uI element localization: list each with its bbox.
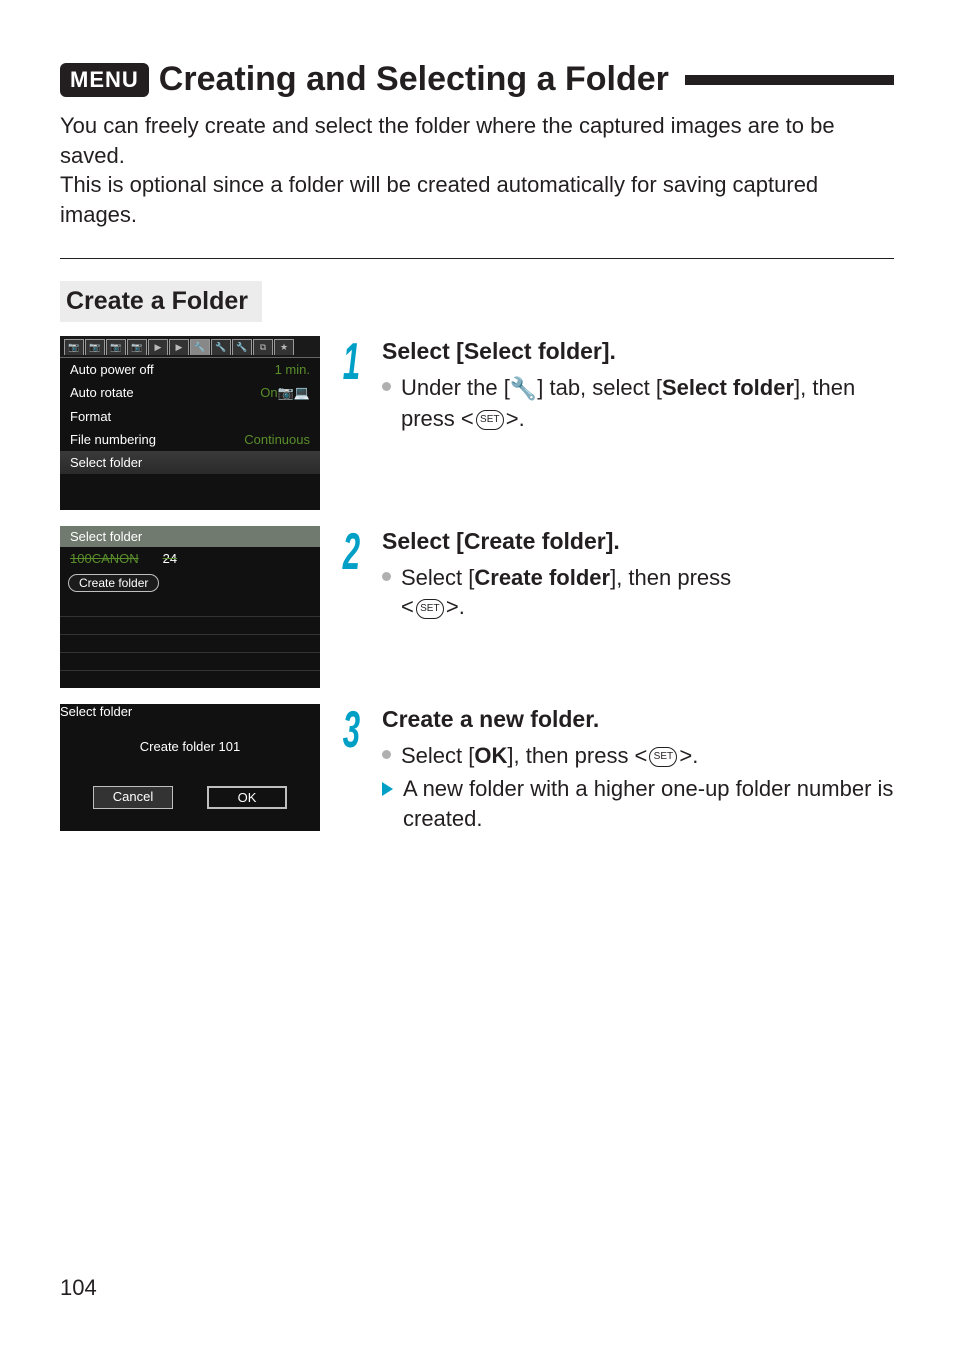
menu-value: 1 min. <box>275 362 310 377</box>
tab-icon: ⧉ <box>253 339 273 355</box>
menu-row: Auto power off 1 min. <box>60 358 320 381</box>
step-number-1: 1 <box>334 336 368 388</box>
bullet-icon <box>382 382 391 391</box>
step-number-2: 2 <box>334 526 368 578</box>
camera-dialog-screen: Select folder Create folder 101 Cancel O… <box>60 704 320 831</box>
tab-bar: 📷 📷 📷 📷 ▶ ▶ 🔧 🔧 🔧 ⧉ ★ <box>60 336 320 358</box>
step-1-body: Select [Select folder]. Under the [🔧] ta… <box>382 336 894 438</box>
menu-value: Continuous <box>244 432 310 447</box>
step-2-title: Select [Create folder]. <box>382 526 894 557</box>
text: Select [ <box>401 743 474 768</box>
screen-header: Select folder <box>60 526 320 547</box>
menu-label: Format <box>70 409 111 424</box>
bullet-icon <box>382 572 391 581</box>
menu-label: Auto rotate <box>70 385 134 401</box>
menu-row-selected: Select folder <box>60 451 320 474</box>
dialog-message: Create folder 101 <box>60 719 320 786</box>
menu-row: File numbering Continuous <box>60 428 320 451</box>
menu-label: File numbering <box>70 432 156 447</box>
tab-icon: 📷 <box>64 339 84 355</box>
blank-row <box>60 492 320 510</box>
text: Under the [ <box>401 375 510 400</box>
step-number-3: 3 <box>334 704 368 756</box>
folder-row: 100CANON 24 <box>60 547 320 570</box>
set-button-icon: SET <box>416 599 444 619</box>
folder-count: 24 <box>163 551 177 566</box>
intro-text: You can freely create and select the fol… <box>60 111 894 230</box>
set-button-icon: SET <box>649 747 677 767</box>
tab-icon: 📷 <box>106 339 126 355</box>
dialog-buttons: Cancel OK <box>60 786 320 831</box>
heading-title: Creating and Selecting a Folder <box>159 60 669 99</box>
cancel-button[interactable]: Cancel <box>93 786 173 809</box>
step-3-bullet-1: Select [OK], then press <SET>. <box>382 741 894 771</box>
step-1-title: Select [Select folder]. <box>382 336 894 367</box>
heading-rule <box>685 75 894 85</box>
text: >. <box>679 743 698 768</box>
bold-text: Select folder <box>662 375 794 400</box>
tab-icon: 🔧 <box>232 339 252 355</box>
triangle-icon <box>382 782 393 796</box>
section-title: Create a Folder <box>60 281 262 322</box>
bold-text: Create folder <box>474 565 610 590</box>
tab-icon: ▶ <box>169 339 189 355</box>
tab-icon: 📷 <box>85 339 105 355</box>
step-3-title: Create a new folder. <box>382 704 894 735</box>
folder-name: 100CANON <box>70 551 139 566</box>
bullet-icon <box>382 750 391 759</box>
dialog-header: Select folder <box>60 704 320 719</box>
camera-menu-screen-2: Select folder 100CANON 24 Create folder <box>60 526 320 688</box>
text: A new folder with a higher one-up folder… <box>403 774 894 833</box>
menu-badge: MENU <box>60 63 149 97</box>
menu-row: Format <box>60 405 320 428</box>
tab-icon: ★ <box>274 339 294 355</box>
step-2: Select folder 100CANON 24 Create folder … <box>60 526 894 688</box>
text: >. <box>506 406 525 431</box>
wrench-icon: 🔧 <box>510 374 537 404</box>
menu-value: On📷💻 <box>260 385 310 401</box>
step-3: Select folder Create folder 101 Cancel O… <box>60 704 894 838</box>
step-1-bullet: Under the [🔧] tab, select [Select folder… <box>382 373 894 434</box>
create-folder-pill: Create folder <box>68 574 159 592</box>
menu-row: Auto rotate On📷💻 <box>60 381 320 405</box>
step-3-body: Create a new folder. Select [OK], then p… <box>382 704 894 838</box>
blank-row <box>60 474 320 492</box>
step-3-bullet-2: A new folder with a higher one-up folder… <box>382 774 894 833</box>
tab-icon: 🔧 <box>211 339 231 355</box>
camera-menu-screen-1: 📷 📷 📷 📷 ▶ ▶ 🔧 🔧 🔧 ⧉ ★ Auto power off 1 m… <box>60 336 320 510</box>
page-heading: MENU Creating and Selecting a Folder <box>60 60 894 99</box>
text: ] tab, select [ <box>537 375 662 400</box>
menu-label: Auto power off <box>70 362 154 377</box>
page-number: 104 <box>60 1275 97 1301</box>
text: >. <box>446 594 465 619</box>
text: < <box>401 594 414 619</box>
ok-button[interactable]: OK <box>207 786 287 809</box>
step-1: 📷 📷 📷 📷 ▶ ▶ 🔧 🔧 🔧 ⧉ ★ Auto power off 1 m… <box>60 336 894 510</box>
text: ], then press <box>610 565 731 590</box>
step-2-body: Select [Create folder]. Select [Create f… <box>382 526 894 626</box>
divider <box>60 258 894 259</box>
step-2-bullet: Select [Create folder], then press <SET>… <box>382 563 894 622</box>
tab-icon: 📷 <box>127 339 147 355</box>
menu-label: Select folder <box>70 455 142 470</box>
tab-icon: ▶ <box>148 339 168 355</box>
text: Select [ <box>401 565 474 590</box>
set-button-icon: SET <box>476 410 504 430</box>
tab-wrench-active-icon: 🔧 <box>190 339 210 355</box>
bold-text: OK <box>474 743 507 768</box>
text: ], then press < <box>507 743 647 768</box>
